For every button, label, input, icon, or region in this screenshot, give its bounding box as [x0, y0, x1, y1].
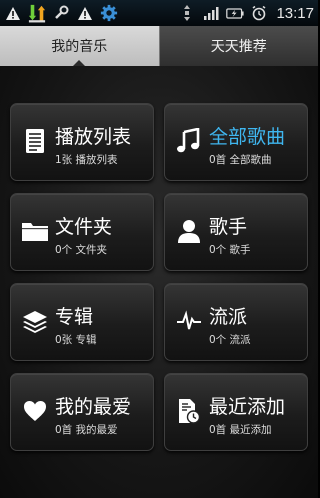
heart-icon [21, 396, 49, 426]
genre-wave-icon [175, 306, 203, 336]
clock-time: 13:17 [276, 4, 314, 22]
tile-title: 文件夹 [55, 216, 113, 238]
tile-title: 最近添加 [209, 396, 286, 418]
usb-transfer-icon [28, 4, 46, 23]
tile-recently-added[interactable]: 最近添加 0首 最近添加 [164, 373, 308, 451]
tile-subtitle: 0首 全部歌曲 [209, 154, 272, 166]
music-category-grid: 播放列表 1张 播放列表 全部歌曲 0首 全部歌曲 文件夹 0个 文件夹 歌手 … [0, 66, 318, 498]
battery-icon [226, 4, 245, 22]
tile-genre[interactable]: 流派 0个 流派 [164, 283, 308, 361]
warning-icon [76, 4, 94, 22]
tab-my-music[interactable]: 我的音乐 [0, 26, 160, 66]
tile-subtitle: 0个 流派 [209, 334, 251, 346]
tile-subtitle: 0个 文件夹 [55, 244, 108, 256]
status-bar: 13:17 [0, 0, 318, 26]
tab-bar: 我的音乐 天天推荐 [0, 26, 318, 66]
album-layers-icon [21, 306, 49, 336]
folder-icon [21, 216, 49, 246]
tile-subtitle: 0首 我的最爱 [55, 424, 118, 436]
tile-title: 全部歌曲 [209, 126, 286, 148]
artist-icon [175, 216, 203, 246]
tile-playlist[interactable]: 播放列表 1张 播放列表 [10, 103, 154, 181]
tile-artist[interactable]: 歌手 0个 歌手 [164, 193, 308, 271]
tile-favorites[interactable]: 我的最爱 0首 我的最爱 [10, 373, 154, 451]
tile-title: 歌手 [209, 216, 248, 238]
tile-subtitle: 0个 歌手 [209, 244, 251, 256]
tab-daily-recommend[interactable]: 天天推荐 [159, 26, 318, 66]
wrench-icon [52, 4, 70, 22]
tile-title: 播放列表 [55, 126, 132, 148]
tile-all-songs[interactable]: 全部歌曲 0首 全部歌曲 [164, 103, 308, 181]
warning-icon [4, 4, 22, 22]
tile-title: 流派 [209, 306, 248, 328]
tile-subtitle: 0首 最近添加 [209, 424, 272, 436]
tile-subtitle: 1张 播放列表 [55, 154, 118, 166]
gear-icon [100, 4, 118, 22]
tile-title: 专辑 [55, 306, 94, 328]
music-note-icon [175, 126, 203, 156]
playlist-icon [21, 126, 49, 156]
tile-album[interactable]: 专辑 0张 专辑 [10, 283, 154, 361]
signal-icon [202, 4, 220, 22]
data-arrows-icon [178, 4, 196, 22]
tile-title: 我的最爱 [55, 396, 132, 418]
recent-added-icon [175, 396, 203, 426]
alarm-icon [250, 4, 268, 22]
tile-folder[interactable]: 文件夹 0个 文件夹 [10, 193, 154, 271]
tile-subtitle: 0张 专辑 [55, 334, 97, 346]
